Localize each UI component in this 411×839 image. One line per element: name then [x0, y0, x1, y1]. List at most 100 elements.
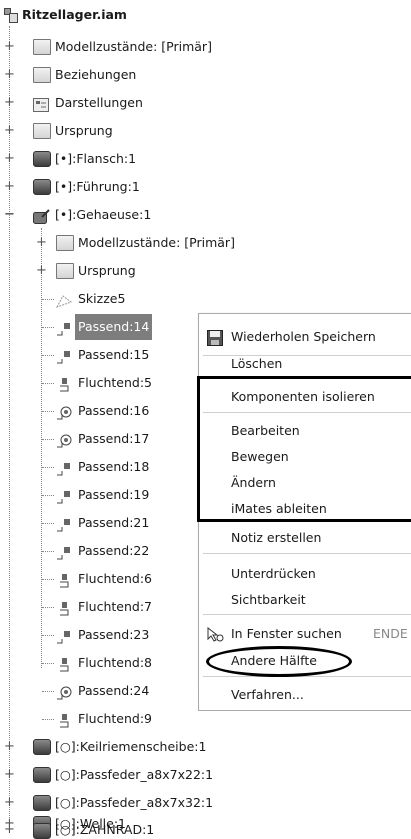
- part-icon: [33, 823, 51, 839]
- representations-icon: [33, 95, 49, 112]
- tree-connector: [42, 439, 54, 440]
- mate-constraint-icon: [56, 543, 72, 560]
- tree-root-label: Ritzellager.iam: [22, 7, 127, 22]
- menu-item-loeschen[interactable]: Löschen: [199, 351, 411, 377]
- tree-item-label: Fluchtend:8: [78, 655, 152, 670]
- expand-plus-icon[interactable]: +: [4, 40, 15, 53]
- insert-constraint-icon: [56, 403, 72, 420]
- expand-plus-icon[interactable]: +: [4, 68, 15, 81]
- menu-item-wiederholen-speichern[interactable]: Wiederholen Speichern: [199, 324, 411, 350]
- tree-item-fuehrung[interactable]: + [•]:Führung:1: [0, 174, 300, 200]
- child-fluchtend-7[interactable]: Fluchtend:7: [0, 594, 200, 620]
- folder-icon: [33, 39, 51, 55]
- tree-item-label: Modellzustände: [Primär]: [78, 235, 235, 250]
- tree-connector: [42, 607, 54, 608]
- menu-item-notiz-erstellen[interactable]: Notiz erstellen: [199, 525, 411, 551]
- part-icon: [33, 767, 51, 783]
- expand-plus-icon[interactable]: +: [4, 152, 15, 165]
- child-passend-22[interactable]: Passend:22: [0, 538, 200, 564]
- tree-connector: [42, 383, 54, 384]
- menu-item-sichtbarkeit[interactable]: Sichtbarkeit: [199, 587, 411, 613]
- child-fluchtend-5[interactable]: Fluchtend:5: [0, 370, 200, 396]
- menu-item-label: Unterdrücken: [231, 566, 316, 581]
- tree-connector: [42, 579, 54, 580]
- tree-item-flansch[interactable]: + [•]:Flansch:1: [0, 146, 300, 172]
- expand-plus-icon[interactable]: +: [4, 180, 15, 193]
- expand-plus-icon[interactable]: +: [4, 96, 15, 109]
- child-modellzustaende[interactable]: + Modellzustände: [Primär]: [0, 230, 300, 256]
- collapse-minus-icon[interactable]: −: [4, 208, 15, 221]
- menu-separator: [203, 553, 411, 554]
- tree-connector: [42, 467, 54, 468]
- expand-plus-icon[interactable]: +: [4, 796, 15, 809]
- child-passend-17[interactable]: Passend:17: [0, 426, 200, 452]
- expand-plus-icon[interactable]: +: [4, 124, 15, 137]
- menu-item-unterdruecken[interactable]: Unterdrücken: [199, 561, 411, 587]
- menu-item-label: Verfahren...: [231, 687, 304, 702]
- tree-item-label: Passend:23: [78, 627, 150, 642]
- tree-item-label: Darstellungen: [55, 95, 143, 110]
- part-edit-icon: [33, 207, 50, 224]
- tree-connector: [42, 691, 54, 692]
- expand-plus-icon[interactable]: +: [4, 768, 15, 781]
- folder-icon: [56, 235, 74, 251]
- tree-item-label: Passend:16: [78, 403, 150, 418]
- tree-item-label: [•]:Flansch:1: [55, 151, 137, 166]
- child-passend-19[interactable]: Passend:19: [0, 482, 200, 508]
- tree-item-label: [•]:Gehaeuse:1: [55, 207, 152, 222]
- sketch-icon: [55, 291, 73, 308]
- tree-item-label: Passend:22: [78, 543, 150, 558]
- flush-constraint-icon: [56, 599, 72, 616]
- mate-constraint-icon: [56, 515, 72, 532]
- tree-item-passfeder-22[interactable]: + [○]:Passfeder_a8x7x22:1: [0, 762, 300, 788]
- tree-connector: [42, 551, 54, 552]
- child-passend-15[interactable]: Passend:15: [0, 342, 200, 368]
- tree-item-modellzustaende[interactable]: + Modellzustände: [Primär]: [0, 34, 300, 60]
- highlight-ellipse: [206, 646, 352, 677]
- tree-connector: [42, 663, 54, 664]
- child-fluchtend-6[interactable]: Fluchtend:6: [0, 566, 200, 592]
- mate-constraint-icon: [56, 319, 72, 336]
- tree-item-label: Modellzustände: [Primär]: [55, 39, 212, 54]
- tree-item-label: Passend:15: [78, 347, 150, 362]
- child-ursprung[interactable]: + Ursprung: [0, 258, 300, 284]
- part-icon: [33, 795, 51, 811]
- tree-item-keilriemenscheibe[interactable]: + [○]:Keilriemenscheibe:1: [0, 734, 300, 760]
- part-icon: [33, 151, 51, 167]
- tree-item-gehaeuse[interactable]: − [•]:Gehaeuse:1: [0, 202, 300, 228]
- tree-connector: [42, 327, 54, 328]
- tree-item-label: Passend:18: [78, 459, 150, 474]
- tree-connector: [42, 495, 54, 496]
- tree-connector: [42, 523, 54, 524]
- insert-constraint-icon: [56, 431, 72, 448]
- child-passend-24[interactable]: Passend:24: [0, 678, 200, 704]
- part-icon: [33, 739, 51, 755]
- tree-root[interactable]: Ritzellager.iam: [0, 2, 411, 28]
- expand-plus-icon[interactable]: +: [36, 264, 47, 277]
- child-skizze[interactable]: Skizze5: [0, 286, 300, 312]
- tree-item-darstellungen[interactable]: + Darstellungen: [0, 90, 300, 116]
- child-passend-21[interactable]: Passend:21: [0, 510, 200, 536]
- menu-item-in-fenster-suchen[interactable]: In Fenster suchen ENDE: [199, 621, 411, 647]
- menu-item-label: Löschen: [231, 356, 283, 371]
- tree-item-zahnrad[interactable]: + [○]:ZAHNRAD:1: [0, 822, 300, 839]
- child-passend-18[interactable]: Passend:18: [0, 454, 200, 480]
- flush-constraint-icon: [56, 571, 72, 588]
- tree-item-label: Passend:17: [78, 431, 150, 446]
- expand-plus-icon[interactable]: +: [4, 740, 15, 753]
- assembly-icon: [4, 6, 18, 23]
- tree-item-label: [○]:Keilriemenscheibe:1: [55, 739, 207, 754]
- expand-plus-icon[interactable]: +: [36, 236, 47, 249]
- tree-item-ursprung[interactable]: + Ursprung: [0, 118, 300, 144]
- menu-item-verfahren[interactable]: Verfahren...: [198, 682, 411, 711]
- child-passend-16[interactable]: Passend:16: [0, 398, 200, 424]
- tree-connector: [42, 355, 54, 356]
- child-passend-14[interactable]: Passend:14: [0, 314, 200, 340]
- child-passend-23[interactable]: Passend:23: [0, 622, 200, 648]
- part-icon: [33, 179, 51, 195]
- child-fluchtend-8[interactable]: Fluchtend:8: [0, 650, 200, 676]
- child-fluchtend-9[interactable]: Fluchtend:9: [0, 706, 200, 732]
- tree-connector: [42, 411, 54, 412]
- expand-plus-icon[interactable]: +: [4, 823, 15, 836]
- tree-item-beziehungen[interactable]: + Beziehungen: [0, 62, 300, 88]
